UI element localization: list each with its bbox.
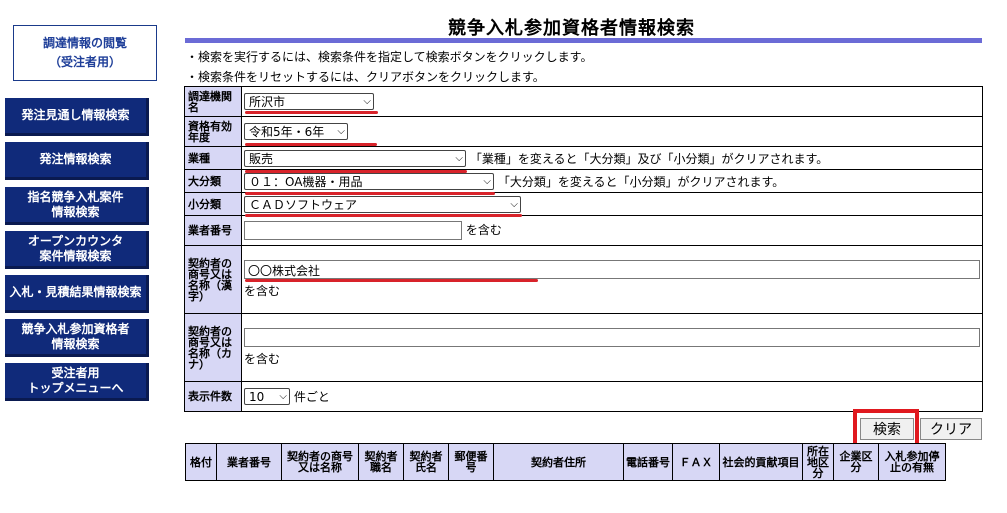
minor-category-select[interactable]: ＣＡＤソフトウェア ⌵ <box>244 195 521 213</box>
col-fax: ＦＡＸ <box>672 443 720 481</box>
nav-label: 指名競争入札案件 情報検索 <box>27 189 124 219</box>
display-count-label: 表示件数 <box>184 381 242 412</box>
nav-label: 発注情報検索 <box>39 152 112 166</box>
nav-bid-result-search[interactable]: 入札・見積結果情報検索 <box>5 275 149 313</box>
chevron-down-icon: ⌵ <box>337 126 345 137</box>
col-rating: 格付 <box>185 443 217 481</box>
chevron-down-icon: ⌵ <box>279 391 287 403</box>
nav-label: オープンカウンタ 案件情報検索 <box>27 233 124 263</box>
title-divider <box>185 38 982 43</box>
nav-top-menu[interactable]: 受注者用 トップメニューへ <box>5 363 149 401</box>
contains-label: を含む <box>244 284 281 298</box>
instruction-search: ・検索を実行するには、検索条件を指定して検索ボタンをクリックします。 <box>186 50 593 64</box>
major-category-select[interactable]: ０１：OA機器・用品 ⌵ <box>244 172 494 190</box>
org-select-value: 所沢市 <box>249 95 286 109</box>
col-postal-code: 郵便番号 <box>448 443 494 481</box>
chevron-down-icon: ⌵ <box>455 152 463 164</box>
col-suspension: 入札参加停止の有無 <box>878 443 946 481</box>
chevron-down-icon: ⌵ <box>363 96 371 107</box>
chevron-down-icon: ⌵ <box>483 175 491 187</box>
annotation-underline <box>245 192 495 195</box>
name-kanji-label: 契約者の商号又は名称（漢字） <box>184 245 242 314</box>
nav-label: 受注者用 トップメニューへ <box>27 365 124 395</box>
annotation-underline <box>245 214 522 217</box>
nav-forecast-search[interactable]: 発注見通し情報検索 <box>5 98 149 136</box>
col-company-name: 契約者の商号又は名称 <box>281 443 359 481</box>
nav-title-text: 調達情報の閲覧 （受注者用） <box>42 36 127 69</box>
org-label: 調達機関名 <box>184 86 242 117</box>
chevron-down-icon: ⌵ <box>510 198 518 210</box>
col-company-type: 企業区分 <box>833 443 879 481</box>
col-phone: 電話番号 <box>623 443 673 481</box>
col-vendor-number: 業者番号 <box>216 443 282 481</box>
industry-label: 業種 <box>184 146 242 170</box>
page-title: 競争入札参加資格者情報検索 <box>448 18 695 39</box>
annotation-underline <box>245 111 378 114</box>
industry-note: 「業種」を変えると「大分類」及び「小分類」がクリアされます。 <box>469 151 829 166</box>
name-kana-input[interactable] <box>244 328 980 347</box>
results-header-row: 格付 業者番号 契約者の商号又は名称 契約者職名 契約者氏名 郵便番号 契約者住… <box>185 443 946 481</box>
contains-label: を含む <box>244 352 281 366</box>
col-district: 所在地区分 <box>802 443 834 481</box>
major-category-label: 大分類 <box>184 169 242 193</box>
col-social-contribution: 社会的貢献項目 <box>719 443 803 481</box>
clear-button[interactable]: クリア <box>920 418 982 440</box>
results-table: 格付 業者番号 契約者の商号又は名称 契約者職名 契約者氏名 郵便番号 契約者住… <box>185 443 946 481</box>
nav-title: 調達情報の閲覧 （受注者用） <box>13 25 157 81</box>
vendor-number-input[interactable] <box>244 221 462 240</box>
nav-label: 発注見通し情報検索 <box>21 108 130 122</box>
col-contractor-title: 契約者職名 <box>358 443 404 481</box>
vendor-number-label: 業者番号 <box>184 215 242 246</box>
display-count-suffix: 件ごと <box>293 389 330 404</box>
col-contractor-name: 契約者氏名 <box>403 443 449 481</box>
industry-select[interactable]: 販売 ⌵ <box>244 149 466 167</box>
display-count-select[interactable]: 10 ⌵ <box>244 388 290 406</box>
annotation-underline <box>245 143 377 146</box>
name-kanji-input[interactable]: 〇〇株式会社 <box>244 260 980 279</box>
nav-designated-bid-search[interactable]: 指名競争入札案件 情報検索 <box>5 187 149 225</box>
nav-open-counter-search[interactable]: オープンカウンタ 案件情報検索 <box>5 231 149 269</box>
nav-qualified-bidder-search[interactable]: 競争入札参加資格者 情報検索 <box>5 319 149 357</box>
year-label: 資格有効年度 <box>184 116 242 147</box>
nav-order-search[interactable]: 発注情報検索 <box>5 142 149 180</box>
major-category-value: ０１：OA機器・用品 <box>249 174 363 189</box>
col-address: 契約者住所 <box>493 443 624 481</box>
name-kana-label: 契約者の商号又は名称（カナ） <box>184 313 242 382</box>
search-button-highlight <box>853 409 919 447</box>
major-category-note: 「大分類」を変えると「小分類」がクリアされます。 <box>497 174 785 189</box>
instruction-clear: ・検索条件をリセットするには、クリアボタンをクリックします。 <box>186 70 545 84</box>
industry-select-value: 販売 <box>249 151 274 166</box>
nav-label: 入札・見積結果情報検索 <box>9 285 142 299</box>
year-select[interactable]: 令和5年・6年 ⌵ <box>244 123 348 140</box>
annotation-underline <box>245 279 538 282</box>
search-form: 調達機関名 所沢市 ⌵ 資格有効年度 令和5年・6年 ⌵ 業種 販売 ⌵ 「業種」を変… <box>184 86 983 412</box>
org-select[interactable]: 所沢市 ⌵ <box>244 93 374 110</box>
annotation-underline <box>245 170 467 173</box>
minor-category-label: 小分類 <box>184 192 242 216</box>
display-count-value: 10 <box>249 389 265 404</box>
year-select-value: 令和5年・6年 <box>249 125 325 139</box>
nav-label: 競争入札参加資格者 情報検索 <box>21 321 130 351</box>
minor-category-value: ＣＡＤソフトウェア <box>249 197 358 212</box>
contains-label: を含む <box>465 223 502 237</box>
